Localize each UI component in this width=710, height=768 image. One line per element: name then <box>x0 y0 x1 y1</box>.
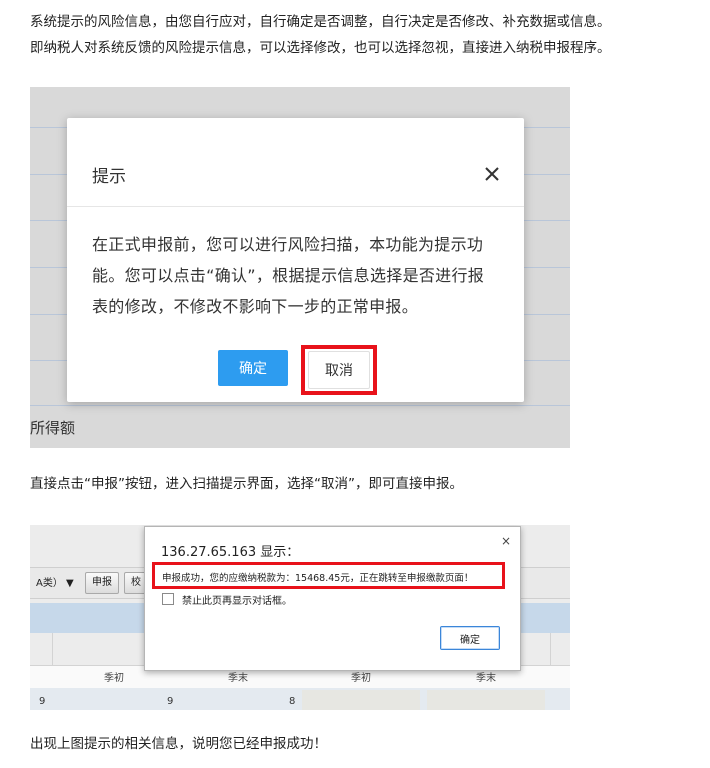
table-cell <box>427 690 545 710</box>
intro-line-2: 即纳税人对系统反馈的风险提示信息，可以选择修改，也可以选择忽视，直接进入纳税申报… <box>30 40 611 56</box>
confirm-button[interactable]: 确定 <box>218 350 288 386</box>
suppress-dialog-label: 禁止此页再显示对话框。 <box>182 596 292 607</box>
cancel-button[interactable]: 取消 <box>308 351 370 389</box>
declare-button[interactable]: 申报 <box>85 572 119 594</box>
alert-ok-button[interactable]: 确定 <box>440 626 500 650</box>
dialog-message: 在正式申报前，您可以进行风险扫描，本功能为提示功能。您可以点击“确认”，根据提示… <box>92 235 485 316</box>
risk-scan-screenshot: 所得额 提示 在正式申报前，您可以进行风险扫描，本功能为提示功能。您可以点击“确… <box>30 87 570 448</box>
suppress-dialog-checkbox[interactable] <box>162 593 174 605</box>
intro-line-1: 系统提示的风险信息，由您自行应对，自行确定是否调整，自行决定是否修改、补充数据或… <box>30 14 611 30</box>
grid-line <box>30 405 570 406</box>
close-icon[interactable]: × <box>501 534 511 548</box>
alert-message: 申报成功，您的应缴纳税款为：15468.45元，正在跳转至申报缴款页面！ <box>162 573 474 584</box>
background-field-label: 所得额 <box>30 419 76 437</box>
form-type-select[interactable]: A类） ▼ <box>36 574 74 589</box>
table-cell-value: 9 <box>167 696 174 707</box>
table-cell <box>302 690 420 710</box>
table-header: 季末 <box>228 673 248 684</box>
intro-paragraph: 系统提示的风险信息，由您自行应对，自行确定是否调整，自行决定是否修改、补充数据或… <box>30 9 611 61</box>
instruction-paragraph: 直接点击“申报”按钮，进入扫描提示界面，选择“取消”，即可直接申报。 <box>30 476 463 492</box>
table-cell-value: 8 <box>289 696 296 707</box>
table-header: 季初 <box>104 673 124 684</box>
close-icon[interactable] <box>484 166 500 182</box>
browser-alert-dialog: 136.27.65.163 显示： × 申报成功，您的应缴纳税款为：15468.… <box>144 526 521 671</box>
alert-title: 136.27.65.163 显示： <box>161 545 300 560</box>
dialog-divider <box>67 206 524 207</box>
table-header: 季末 <box>476 673 496 684</box>
conclusion-paragraph: 出现上图提示的相关信息，说明您已经申报成功！ <box>30 736 327 752</box>
risk-prompt-dialog: 提示 在正式申报前，您可以进行风险扫描，本功能为提示功能。您可以点击“确认”，根… <box>67 118 524 402</box>
table-cell-value: 9 <box>39 696 46 707</box>
dialog-title: 提示 <box>92 167 126 187</box>
declaration-success-screenshot: A类） ▼ 申报 校 季初 季末 季初 季末 9 9 8 136.27.65.1… <box>30 525 570 710</box>
table-header: 季初 <box>351 673 371 684</box>
